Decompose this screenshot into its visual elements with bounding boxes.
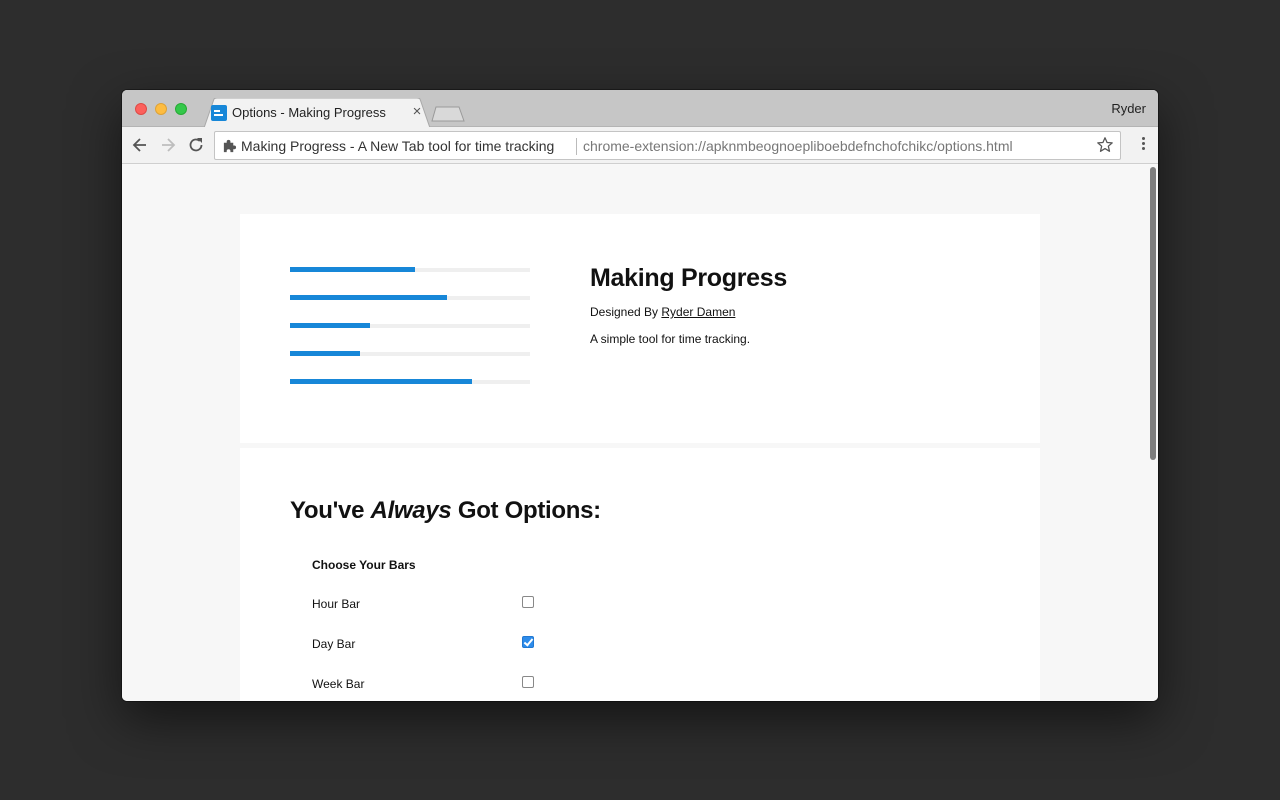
option-row-week-bar: Week Bar bbox=[312, 674, 542, 694]
progress-bar-fill bbox=[290, 295, 448, 300]
address-bar[interactable]: Making Progress - A New Tab tool for tim… bbox=[214, 131, 1121, 160]
progress-bar-1 bbox=[290, 267, 530, 272]
minimize-window-button[interactable] bbox=[155, 103, 167, 115]
making-progress-favicon-icon bbox=[211, 105, 227, 121]
puzzle-piece-icon bbox=[223, 139, 237, 153]
forward-arrow-icon[interactable] bbox=[158, 135, 178, 155]
tagline: A simple tool for time tracking. bbox=[590, 332, 751, 346]
close-window-button[interactable] bbox=[135, 103, 147, 115]
reload-icon[interactable] bbox=[186, 135, 206, 155]
progress-bar-fill bbox=[290, 351, 360, 356]
designed-by-prefix: Designed By bbox=[590, 305, 659, 319]
progress-bar-3 bbox=[290, 323, 530, 328]
option-label: Hour Bar bbox=[312, 597, 361, 611]
section-title-choose-bars: Choose Your Bars bbox=[312, 558, 416, 572]
scrollbar-thumb[interactable] bbox=[1150, 167, 1156, 460]
progress-bar-2 bbox=[290, 295, 530, 300]
omnibox-url[interactable]: chrome-extension://apknmbeognoepliboebde… bbox=[583, 138, 1013, 154]
back-arrow-icon[interactable] bbox=[130, 135, 150, 155]
tab-title: Options - Making Progress bbox=[232, 105, 386, 120]
browser-window: Options - Making Progress × Ryder Making… bbox=[122, 90, 1158, 701]
option-row-hour-bar: Hour Bar bbox=[312, 594, 542, 614]
new-tab-button[interactable] bbox=[431, 106, 465, 122]
tab-options[interactable]: Options - Making Progress × bbox=[204, 98, 430, 128]
progress-bar-5 bbox=[290, 379, 530, 384]
options-heading-suffix: Got Options: bbox=[457, 497, 601, 524]
page-viewport: Making Progress Designed By Ryder Damen … bbox=[122, 165, 1158, 701]
profile-name[interactable]: Ryder bbox=[1111, 101, 1146, 116]
omnibox-extension-name: Making Progress - A New Tab tool for tim… bbox=[241, 138, 555, 154]
designer-link[interactable]: Ryder Damen bbox=[661, 305, 735, 319]
omnibox-divider bbox=[576, 138, 577, 155]
options-heading-emphasis: Always bbox=[370, 497, 452, 524]
browser-toolbar: Making Progress - A New Tab tool for tim… bbox=[122, 127, 1158, 164]
bookmark-star-icon[interactable] bbox=[1096, 136, 1114, 154]
week-bar-checkbox[interactable] bbox=[522, 676, 534, 688]
close-tab-icon[interactable]: × bbox=[409, 103, 425, 121]
option-label: Week Bar bbox=[312, 677, 365, 691]
options-card: You've Always Got Options: Choose Your B… bbox=[240, 448, 1040, 701]
options-heading: You've Always Got Options: bbox=[290, 497, 601, 525]
progress-bar-4 bbox=[290, 351, 530, 356]
page-scrollbar[interactable] bbox=[1149, 165, 1158, 701]
progress-bars-illustration bbox=[290, 267, 530, 408]
app-title: Making Progress bbox=[590, 264, 787, 292]
option-label: Day Bar bbox=[312, 637, 356, 651]
maximize-window-button[interactable] bbox=[175, 103, 187, 115]
progress-bar-fill bbox=[290, 323, 370, 328]
progress-bar-fill bbox=[290, 379, 473, 384]
day-bar-checkbox[interactable] bbox=[522, 636, 534, 648]
option-row-day-bar: Day Bar bbox=[312, 634, 542, 654]
hero-card: Making Progress Designed By Ryder Damen … bbox=[240, 214, 1040, 443]
hour-bar-checkbox[interactable] bbox=[522, 596, 534, 608]
tab-strip: Options - Making Progress × Ryder bbox=[122, 90, 1158, 128]
hero-text: Making Progress Designed By Ryder Damen … bbox=[590, 264, 787, 346]
browser-menu-icon[interactable] bbox=[1142, 137, 1146, 153]
options-heading-prefix: You've bbox=[290, 497, 365, 524]
progress-bar-fill bbox=[290, 267, 415, 272]
designed-by: Designed By Ryder Damen bbox=[590, 305, 787, 319]
